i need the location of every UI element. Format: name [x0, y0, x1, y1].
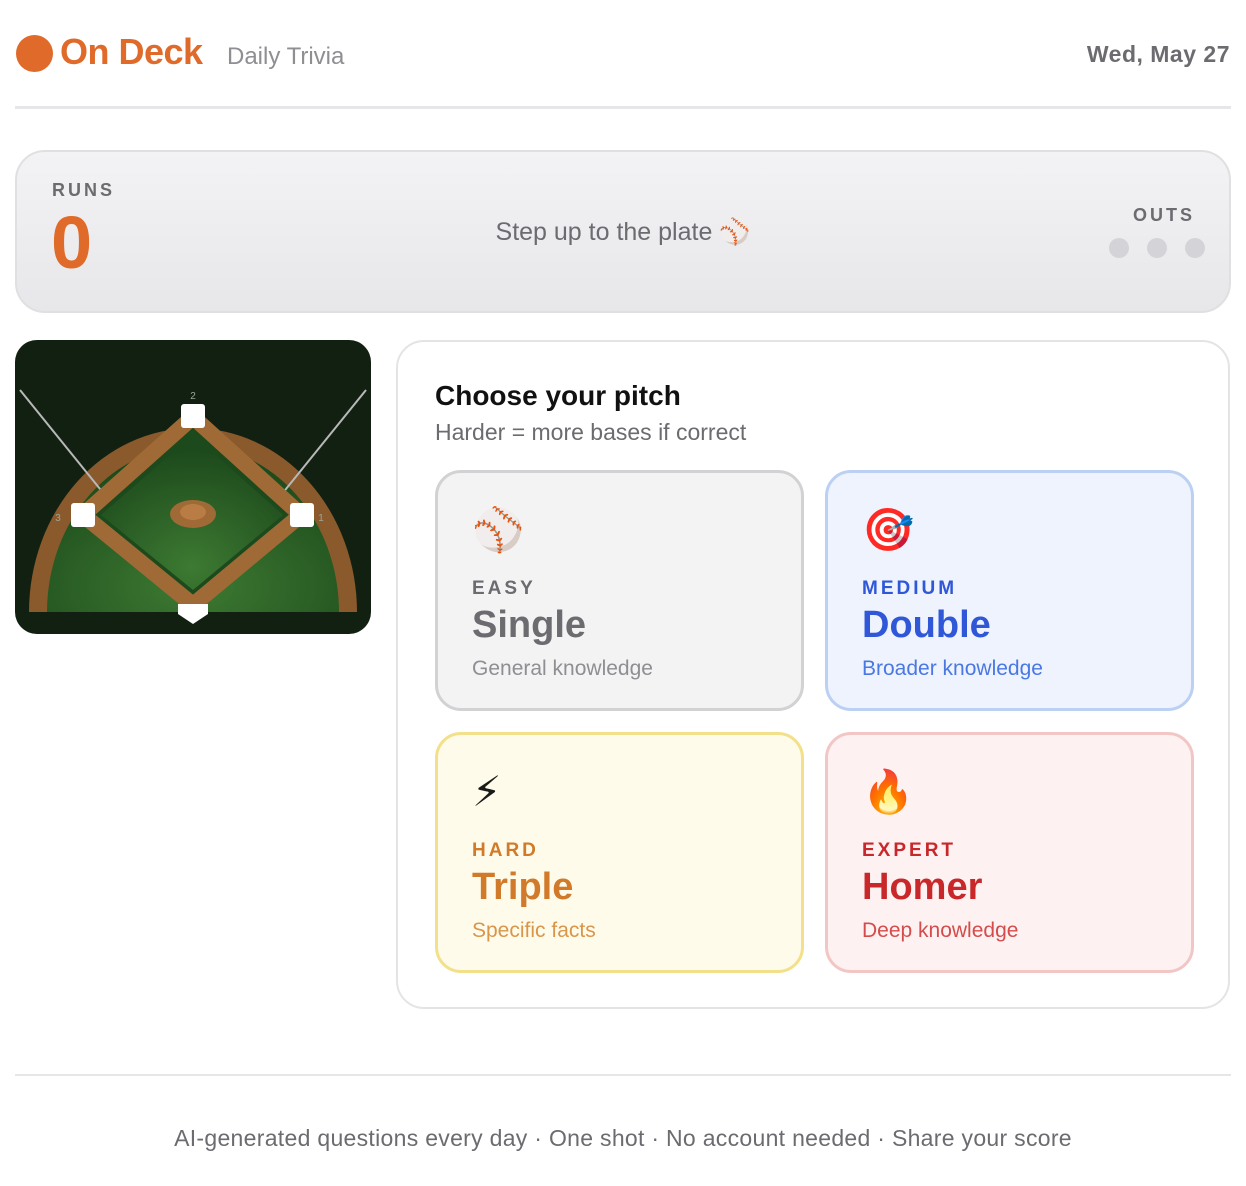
baseball-diamond: 2 1 3	[15, 340, 371, 634]
scoreboard: RUNS 0 Step up to the plate ⚾ OUTS	[15, 150, 1231, 313]
outs-indicator	[1109, 238, 1205, 258]
first-base-label: 1	[318, 513, 324, 524]
pitch-name: Single	[472, 604, 587, 646]
third-base	[71, 503, 95, 527]
app-header: On Deck Daily Trivia Wed, May 27	[15, 0, 1231, 109]
pitch-option-medium[interactable]: 🎯 MEDIUM Double Broader knowledge	[825, 470, 1194, 711]
second-base	[181, 404, 205, 428]
app-tagline: Daily Trivia	[227, 43, 345, 70]
baseball-icon: ⚾	[472, 506, 525, 553]
difficulty-label: HARD	[472, 840, 539, 861]
pitch-selection-panel: Choose your pitch Harder = more bases if…	[396, 340, 1230, 1009]
pitch-description: General knowledge	[472, 657, 653, 680]
pitch-option-expert[interactable]: 🔥 EXPERT Homer Deep knowledge	[825, 732, 1194, 973]
difficulty-label: MEDIUM	[862, 578, 958, 599]
pitch-name: Double	[862, 604, 991, 646]
logo-icon	[16, 35, 53, 72]
second-base-label: 2	[190, 391, 196, 402]
third-base-label: 3	[55, 513, 61, 524]
runs-label: RUNS	[52, 180, 116, 200]
difficulty-label: EXPERT	[862, 840, 957, 861]
pitch-option-hard[interactable]: ⚡ HARD Triple Specific facts	[435, 732, 804, 973]
out-dot	[1185, 238, 1205, 258]
pitch-name: Triple	[472, 866, 574, 908]
pitch-description: Specific facts	[472, 919, 596, 942]
first-base	[290, 503, 314, 527]
pitch-description: Deep knowledge	[862, 919, 1019, 942]
panel-title: Choose your pitch	[435, 380, 681, 411]
footer-text: AI-generated questions every day · One s…	[174, 1125, 1072, 1151]
out-dot	[1147, 238, 1167, 258]
lightning-icon: ⚡	[472, 768, 502, 815]
pitch-description: Broader knowledge	[862, 657, 1043, 680]
pitch-option-easy[interactable]: ⚾ EASY Single General knowledge	[435, 470, 804, 711]
target-icon: 🎯	[862, 506, 915, 553]
current-date: Wed, May 27	[1086, 41, 1230, 67]
footer-divider	[15, 1074, 1231, 1076]
fire-icon: 🔥	[862, 768, 915, 815]
status-prompt: Step up to the plate ⚾	[495, 218, 751, 246]
difficulty-label: EASY	[472, 578, 536, 599]
pitch-name: Homer	[862, 866, 983, 908]
outs-label: OUTS	[1132, 205, 1195, 225]
home-plate	[178, 604, 208, 624]
app-title: On Deck	[60, 31, 203, 72]
panel-subtitle: Harder = more bases if correct	[435, 419, 747, 445]
out-dot	[1109, 238, 1129, 258]
